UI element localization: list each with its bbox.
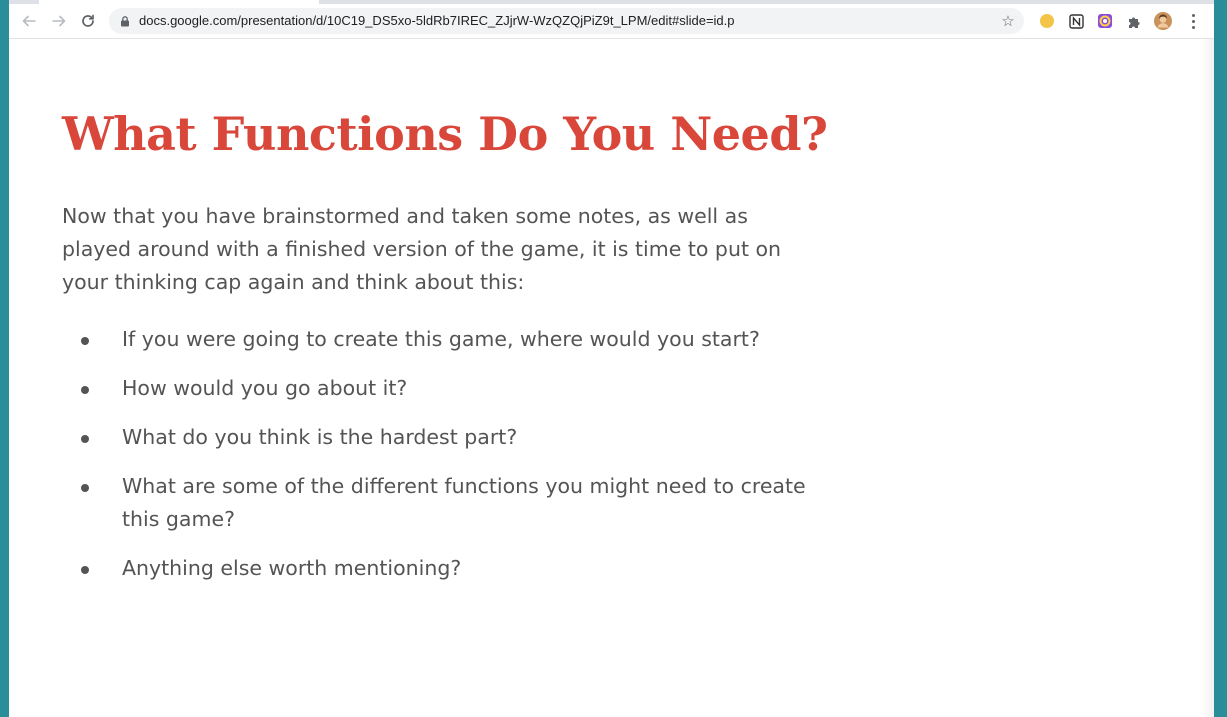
lock-icon (121, 16, 129, 27)
extension-button-color[interactable] (1096, 12, 1114, 30)
bullet-text: Anything else worth mentioning? (122, 556, 462, 580)
bullet-dot (81, 566, 89, 574)
bullet-item: How would you go about it? (62, 372, 822, 405)
browser-toolbar: docs.google.com/presentation/d/10C19_DS5… (9, 4, 1214, 39)
slide-intro-paragraph: Now that you have brainstormed and taken… (62, 204, 782, 294)
bullet-dot (81, 484, 89, 492)
forward-arrow-icon (52, 15, 66, 27)
presentation-slide: What Functions Do You Need? Now that you… (9, 39, 1214, 717)
bookmark-star-button[interactable]: ☆ (998, 11, 1018, 31)
bullet-item: Anything else worth mentioning? (62, 552, 822, 585)
bullet-item: What do you think is the hardest part? (62, 421, 822, 454)
bullet-item: What are some of the different functions… (62, 470, 822, 536)
back-arrow-icon (22, 15, 36, 27)
bullet-text: If you were going to create this game, w… (122, 327, 760, 351)
window-edge-shadow (1200, 39, 1214, 717)
reload-icon (82, 14, 94, 27)
bullet-dot (81, 386, 89, 394)
puzzle-icon (1128, 17, 1139, 28)
bullet-text: What do you think is the hardest part? (122, 425, 518, 449)
extension-icon (1098, 14, 1112, 28)
browser-menu-button[interactable] (1185, 10, 1201, 32)
back-button[interactable] (17, 9, 41, 33)
extension-button-yellow[interactable] (1038, 12, 1056, 30)
extension-button-notion[interactable] (1067, 12, 1085, 30)
address-bar[interactable]: docs.google.com/presentation/d/10C19_DS5… (109, 8, 1024, 34)
extension-icon (1068, 13, 1084, 29)
avatar (1154, 12, 1172, 30)
extensions-menu-button[interactable] (1125, 12, 1143, 30)
extension-icon (1040, 14, 1054, 28)
forward-button[interactable] (47, 9, 71, 33)
bullet-dot (81, 435, 89, 443)
star-icon: ☆ (1001, 12, 1015, 30)
reload-button[interactable] (76, 9, 100, 33)
url-text[interactable]: docs.google.com/presentation/d/10C19_DS5… (139, 8, 735, 34)
slide-title: What Functions Do You Need? (62, 107, 828, 161)
bullet-text: How would you go about it? (122, 376, 408, 400)
bullet-list: If you were going to create this game, w… (62, 323, 822, 601)
bullet-dot (81, 337, 89, 345)
browser-window: docs.google.com/presentation/d/10C19_DS5… (9, 0, 1214, 717)
profile-button[interactable] (1154, 12, 1172, 30)
menu-icon (1191, 13, 1195, 17)
bullet-text: What are some of the different functions… (122, 474, 806, 531)
bullet-item: If you were going to create this game, w… (62, 323, 822, 356)
